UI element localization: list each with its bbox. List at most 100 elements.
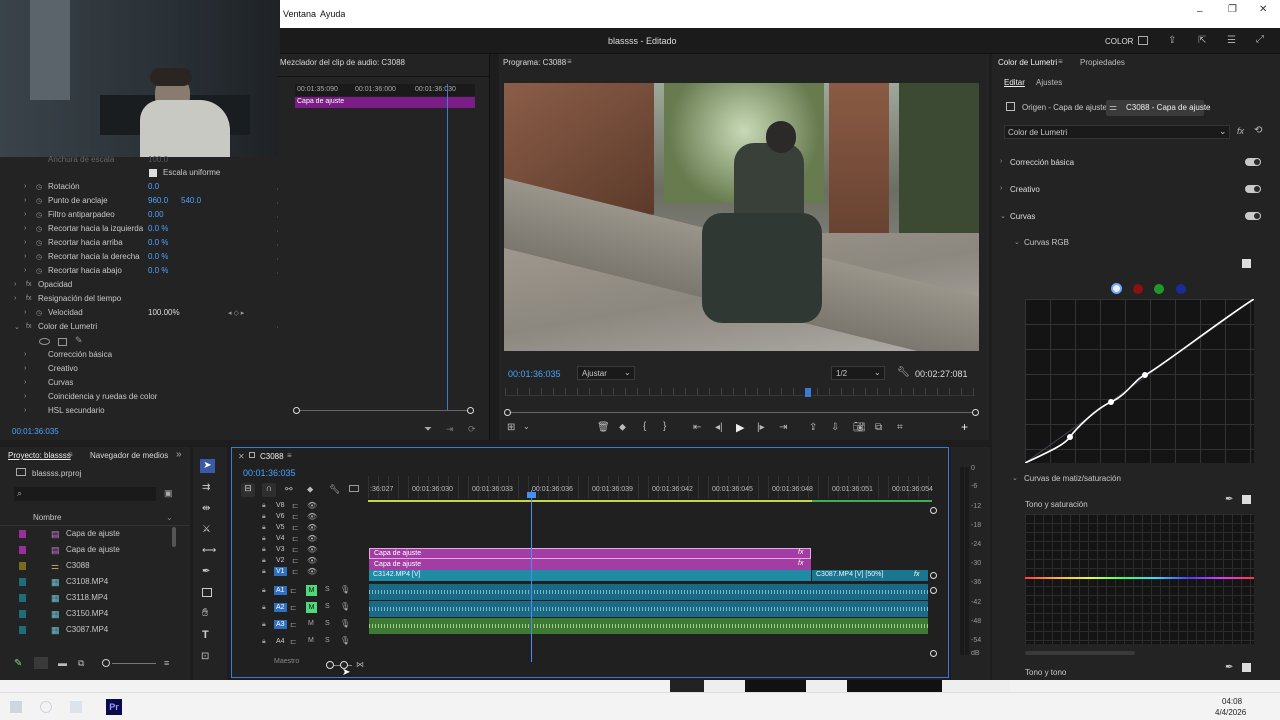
icon-view-icon[interactable]: ▬ xyxy=(58,658,67,668)
column-name[interactable]: Nombre xyxy=(33,513,61,522)
stopwatch-icon[interactable]: ◷ xyxy=(36,225,42,233)
effect-value[interactable]: 0.0 xyxy=(148,180,159,194)
new-bin-icon[interactable]: ▣ xyxy=(164,488,173,499)
zoom-handle-right[interactable] xyxy=(972,409,979,416)
chevron-down-icon[interactable]: ⌄ xyxy=(1012,474,1018,482)
effect-value[interactable]: 960.0 xyxy=(148,194,168,208)
lumetri-section[interactable]: Curvas xyxy=(48,376,73,390)
mute-button[interactable]: M xyxy=(308,620,314,627)
chevron-down-icon[interactable]: ⌄ xyxy=(1014,238,1020,246)
toggle-curves[interactable] xyxy=(1245,212,1261,220)
pen-tool-icon[interactable]: ✒ xyxy=(202,566,210,577)
program-ruler[interactable] xyxy=(505,388,975,396)
chevron-down-icon[interactable]: ⌄ xyxy=(1000,212,1006,220)
add-marker-icon[interactable]: ⬥ xyxy=(307,484,313,495)
hand-tool-icon[interactable]: ✋︎ xyxy=(202,607,208,620)
close-icon[interactable]: ✕ xyxy=(1259,4,1267,15)
stopwatch-icon[interactable]: ◷ xyxy=(36,183,42,191)
checkbox-icon[interactable] xyxy=(1242,259,1251,268)
lumetri-section[interactable]: Creativo xyxy=(48,362,78,376)
chevron-double-right-icon[interactable]: » xyxy=(176,449,182,460)
track-label[interactable]: A2 xyxy=(274,603,287,612)
zoom-handle-left[interactable] xyxy=(293,407,300,414)
stopwatch-icon[interactable]: ◷ xyxy=(36,253,42,261)
panel-icon[interactable] xyxy=(1138,36,1148,45)
eye-icon[interactable]: 👁︎ xyxy=(307,512,317,521)
solo-button[interactable]: S xyxy=(325,637,330,644)
lumetri-section[interactable]: HSL secundario xyxy=(48,404,105,418)
list-item[interactable]: ▦ C3150.MP4 xyxy=(0,607,176,623)
compare-icon[interactable]: ⧉ xyxy=(875,422,882,433)
zoom-handle-right[interactable] xyxy=(467,407,474,414)
effect-value[interactable]: 0.0 % xyxy=(148,264,168,278)
chevron-right-icon[interactable]: › xyxy=(14,281,16,288)
lock-icon[interactable]: 🔒︎ xyxy=(262,502,266,510)
audio-mixer-title[interactable]: Mezclador del clip de audio: C3088 xyxy=(280,58,405,67)
export-icon[interactable]: ⇱ xyxy=(1198,35,1206,46)
lock-icon[interactable]: 🔒︎ xyxy=(262,513,266,521)
sync-icon[interactable]: ⊏ xyxy=(290,586,297,595)
lock-icon[interactable]: 🔒︎ xyxy=(262,621,266,629)
timeline-playhead[interactable] xyxy=(531,490,532,662)
fit-dropdown[interactable]: Ajustar ⌄ xyxy=(577,366,635,380)
filter-icon[interactable]: ⏷ xyxy=(424,424,432,435)
sync-icon[interactable]: ⊏ xyxy=(292,556,299,565)
audio-clip-a2[interactable] xyxy=(369,601,928,617)
panel-menu-icon[interactable]: ≡ xyxy=(1058,57,1063,66)
wrench-icon[interactable]: 🔧︎ xyxy=(329,484,340,495)
resolution-dropdown[interactable]: 1/2 ⌄ xyxy=(831,366,885,380)
list-item[interactable]: ▦ C3118.MP4 xyxy=(0,591,176,607)
work-area-bar[interactable] xyxy=(368,500,812,502)
clip-v2[interactable]: Capa de ajuste xyxy=(369,559,811,570)
source-master-button[interactable]: Origen - Capa de ajuste xyxy=(1004,100,1107,116)
chevron-right-icon[interactable]: › xyxy=(24,365,26,372)
freeform-view-icon[interactable]: ⧉ xyxy=(78,658,84,669)
sync-icon[interactable]: ⊏ xyxy=(292,501,299,510)
effect-controls-timecode[interactable]: 00:01:36:035 xyxy=(12,427,59,436)
chevron-right-icon[interactable]: › xyxy=(24,253,26,260)
program-title[interactable]: Programa: C3088 xyxy=(503,58,566,67)
mute-button[interactable]: M xyxy=(308,637,314,644)
marker-icon[interactable]: ⬥ xyxy=(619,422,626,433)
sort-icon[interactable]: ≡ xyxy=(164,658,169,668)
eye-icon[interactable]: 👁︎ xyxy=(307,534,317,543)
tab-sequence[interactable]: C3088 xyxy=(260,452,284,461)
channel-blue[interactable] xyxy=(1176,284,1186,294)
effect-value[interactable]: 0.0 % xyxy=(148,250,168,264)
stopwatch-icon[interactable]: ◷ xyxy=(36,309,42,317)
chevron-right-icon[interactable]: › xyxy=(24,183,26,190)
minimize-icon[interactable]: – xyxy=(1197,6,1203,17)
play-icon[interactable]: ▶ xyxy=(736,421,744,434)
lumetri-section[interactable]: Corrección básica xyxy=(48,348,112,362)
chevron-right-icon[interactable]: › xyxy=(24,211,26,218)
eye-icon[interactable]: 👁︎ xyxy=(307,567,317,576)
sync-icon[interactable]: ⊏ xyxy=(292,534,299,543)
checkbox-icon[interactable] xyxy=(1242,495,1251,504)
section-basic[interactable]: Corrección básica xyxy=(1010,158,1074,167)
captions-icon[interactable] xyxy=(349,485,359,492)
step-forward-icon[interactable]: |▸ xyxy=(757,422,765,433)
restore-icon[interactable]: ❐ xyxy=(1228,4,1237,15)
eyedropper-icon[interactable]: ✒ xyxy=(1225,494,1233,505)
ripple-edit-icon[interactable]: ⇹ xyxy=(202,503,210,514)
track-label[interactable]: V1 xyxy=(274,567,287,576)
audio-clip-a1[interactable] xyxy=(369,584,928,600)
effect-dropdown[interactable]: Color de Lumetri ⌄ xyxy=(1004,125,1230,139)
clip-v3[interactable]: Capa de ajuste xyxy=(369,548,811,559)
chevron-right-icon[interactable]: › xyxy=(24,197,26,204)
mute-button[interactable]: M xyxy=(306,585,317,596)
project-scrollbar[interactable] xyxy=(172,527,176,547)
rectangle-mask-icon[interactable] xyxy=(58,338,67,346)
panel-menu-icon[interactable]: ≡ xyxy=(287,451,292,460)
chevron-right-icon[interactable]: › xyxy=(24,239,26,246)
checkbox-icon[interactable] xyxy=(149,169,157,177)
panel-menu-icon[interactable]: ≡ xyxy=(567,57,572,66)
effect-value[interactable]: 100.0 xyxy=(148,153,168,167)
chevron-right-icon[interactable]: › xyxy=(14,295,16,302)
fullscreen-icon[interactable]: ⤢ xyxy=(1256,34,1264,45)
microphone-icon[interactable]: 🎙︎ xyxy=(340,585,350,594)
reset-icon[interactable]: ⟲ xyxy=(1254,125,1262,136)
list-item[interactable]: ▦ C3087.MP4 xyxy=(0,623,176,639)
eye-icon[interactable]: 👁︎ xyxy=(307,501,317,510)
fx-icon[interactable]: fx xyxy=(1237,126,1244,136)
